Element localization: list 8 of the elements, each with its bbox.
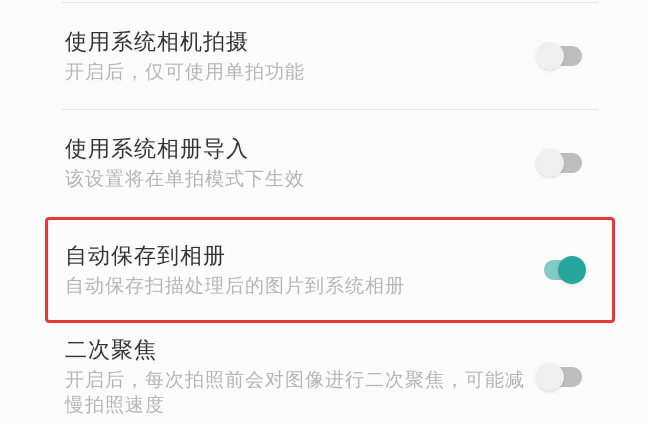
setting-title: 使用系统相册导入 <box>65 134 250 162</box>
setting-description: 该设置将在单拍模式下生效 <box>65 168 305 192</box>
setting-title: 自动保存到相册 <box>65 242 227 270</box>
setting-description: 自动保存扫描处理后的图片到系统相册 <box>65 274 405 298</box>
setting-description: 开启后，仅可使用单拍功能 <box>65 60 305 84</box>
setting-title: 使用系统相机拍摄 <box>65 28 250 56</box>
setting-description: 开启后，每次拍照前会对图像进行二次聚焦，可能减慢拍照速度 <box>65 369 525 418</box>
setting-title: 二次聚焦 <box>65 336 158 364</box>
